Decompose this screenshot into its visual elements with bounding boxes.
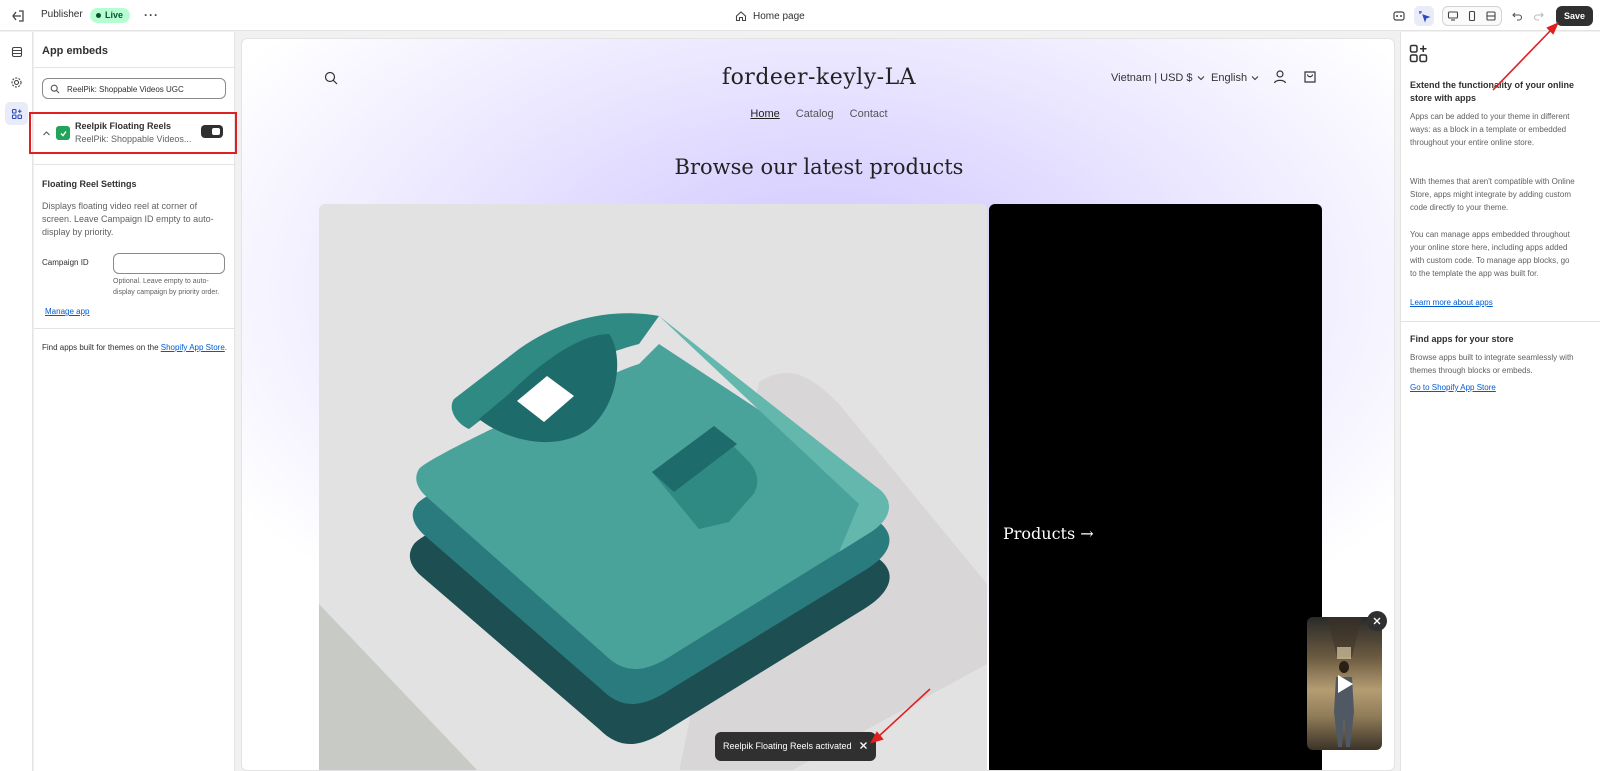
apps-info-panel: Extend the functionality of your online … bbox=[1400, 32, 1600, 771]
app-search-input[interactable] bbox=[67, 82, 222, 96]
panel-title: App embeds bbox=[42, 45, 109, 57]
section-heading: Browse our latest products bbox=[674, 155, 964, 179]
mobile-view-icon[interactable] bbox=[1462, 6, 1482, 26]
sections-icon[interactable] bbox=[5, 40, 28, 63]
toast-message: Reelpik Floating Reels activated bbox=[723, 741, 852, 751]
find-apps-text: Find apps built for themes on the Shopif… bbox=[42, 341, 228, 354]
shopify-app-store-link[interactable]: Shopify App Store bbox=[161, 343, 225, 352]
home-icon bbox=[735, 11, 747, 22]
apps-add-icon bbox=[1409, 44, 1428, 63]
extend-heading: Extend the functionality of your online … bbox=[1410, 80, 1575, 103]
close-reel-icon[interactable] bbox=[1367, 611, 1387, 631]
country-selector-label: Vietnam | USD $ bbox=[1111, 72, 1193, 84]
embed-item-reelpik[interactable]: Reelpik Floating Reels ReelPik: Shoppabl… bbox=[29, 112, 237, 154]
reelpik-logo-icon bbox=[56, 126, 70, 140]
app-embeds-icon[interactable] bbox=[5, 102, 28, 125]
divider bbox=[34, 67, 235, 68]
chevron-up-icon[interactable] bbox=[42, 129, 51, 138]
live-status-badge: Live bbox=[90, 8, 131, 23]
embed-name: Reelpik Floating Reels bbox=[75, 121, 172, 131]
settings-description: Displays floating video reel at corner o… bbox=[42, 201, 214, 237]
close-icon[interactable] bbox=[859, 741, 868, 750]
manage-app-link[interactable]: Manage app bbox=[45, 307, 89, 316]
inspector-icon[interactable] bbox=[1389, 6, 1409, 26]
campaign-id-help: Optional. Leave empty to auto-display ca… bbox=[113, 278, 220, 296]
campaign-id-label: Campaign ID bbox=[42, 258, 89, 267]
app-search-field[interactable] bbox=[42, 78, 226, 99]
find-apps-paragraph: Browse apps built to integrate seamlessl… bbox=[1410, 353, 1574, 375]
language-selector[interactable]: English bbox=[1211, 72, 1259, 84]
search-icon bbox=[50, 84, 60, 94]
language-selector-label: English bbox=[1211, 72, 1248, 84]
account-icon[interactable] bbox=[1272, 69, 1288, 85]
find-apps-heading: Find apps for your store bbox=[1410, 334, 1514, 344]
find-apps-prefix: Find apps built for themes on the bbox=[42, 343, 161, 352]
nav-contact[interactable]: Contact bbox=[850, 108, 888, 120]
desktop-view-icon[interactable] bbox=[1443, 6, 1463, 26]
cart-icon[interactable] bbox=[1302, 69, 1318, 85]
products-collection-tile[interactable]: Products → bbox=[989, 204, 1322, 770]
store-preview: fordeer-keyly-LA Home Catalog Contact Vi… bbox=[241, 38, 1395, 771]
theme-settings-icon[interactable] bbox=[5, 71, 28, 94]
store-nav: Home Catalog Contact bbox=[242, 108, 1394, 120]
top-bar: Publisher Live ··· Home page Save bbox=[0, 0, 1600, 31]
exit-icon[interactable] bbox=[9, 7, 27, 25]
embed-enable-toggle[interactable] bbox=[201, 125, 223, 138]
collection-image-tile[interactable] bbox=[319, 204, 987, 770]
chevron-down-icon bbox=[1251, 76, 1259, 81]
select-tool-icon[interactable] bbox=[1414, 6, 1434, 26]
campaign-id-input[interactable] bbox=[113, 253, 225, 274]
app-embeds-panel: App embeds Reelpik Floating Reels ReelPi… bbox=[29, 32, 237, 771]
products-tile-label: Products → bbox=[1003, 524, 1094, 543]
undo-icon[interactable] bbox=[1507, 6, 1527, 26]
settings-heading: Floating Reel Settings bbox=[42, 179, 137, 189]
fullscreen-view-icon[interactable] bbox=[1481, 6, 1501, 26]
more-options-icon[interactable]: ··· bbox=[144, 8, 159, 22]
nav-catalog[interactable]: Catalog bbox=[796, 108, 834, 120]
theme-title: Publisher bbox=[41, 9, 83, 20]
divider bbox=[1401, 321, 1600, 322]
find-apps-suffix: . bbox=[224, 343, 228, 352]
folded-shirts-illustration bbox=[319, 204, 987, 770]
redo-icon[interactable] bbox=[1529, 6, 1549, 26]
divider bbox=[34, 328, 235, 329]
divider bbox=[34, 164, 235, 165]
play-icon[interactable] bbox=[1336, 674, 1354, 694]
chevron-down-icon bbox=[1197, 76, 1204, 81]
apps-paragraph-1: Apps can be added to your theme in diffe… bbox=[1410, 112, 1570, 147]
apps-paragraph-3: You can manage apps embedded throughout … bbox=[1410, 230, 1570, 278]
page-selector[interactable]: Home page bbox=[735, 7, 805, 25]
floating-video-reel[interactable] bbox=[1307, 617, 1382, 750]
save-button[interactable]: Save bbox=[1556, 6, 1593, 26]
embed-subtitle: ReelPik: Shoppable Videos... bbox=[75, 134, 192, 144]
country-selector[interactable]: Vietnam | USD $ bbox=[1111, 72, 1205, 84]
apps-paragraph-2: With themes that aren't compatible with … bbox=[1410, 177, 1575, 212]
page-selector-label: Home page bbox=[753, 10, 805, 22]
nav-home[interactable]: Home bbox=[750, 108, 779, 120]
activation-toast: Reelpik Floating Reels activated bbox=[715, 732, 876, 761]
go-to-app-store-link[interactable]: Go to Shopify App Store bbox=[1410, 383, 1496, 392]
learn-more-link[interactable]: Learn more about apps bbox=[1410, 298, 1493, 307]
